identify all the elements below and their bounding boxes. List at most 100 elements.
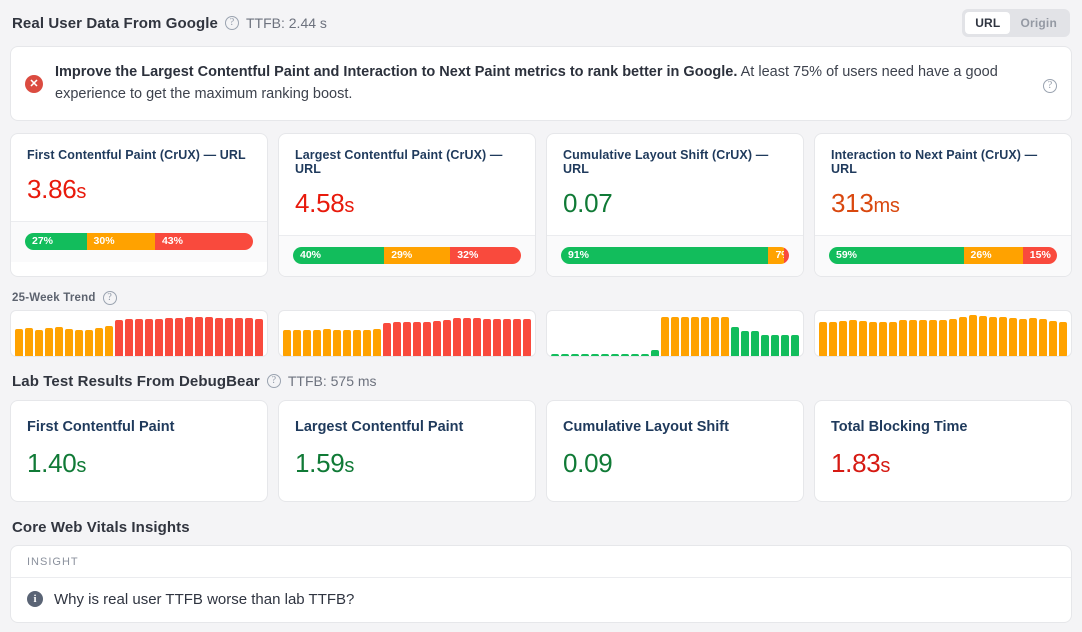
crux-card-fcp-unit: s (76, 180, 87, 203)
lab-card-fcp-unit: s (76, 454, 87, 477)
sparkline-bar (292, 329, 302, 356)
sparkline-bar (234, 318, 244, 356)
sparkline-fcp[interactable] (10, 309, 268, 357)
sparkline-bar (710, 317, 720, 356)
crux-card-inp[interactable]: Interaction to Next Paint (CrUX) — URL 3… (814, 132, 1072, 277)
sparkline-bar (730, 326, 740, 356)
sparkline-bar (472, 318, 482, 356)
crux-card-cls-distribution: 91% 7% (561, 246, 789, 264)
sparkline-bar (560, 353, 570, 356)
trend-header: 25-Week Trend ? (0, 290, 1082, 305)
sparkline-bar (224, 318, 234, 356)
sparkline-bar (908, 319, 918, 356)
sparkline-bar (64, 329, 74, 356)
dist-segment-poor: 32% (450, 246, 521, 264)
lab-card-tbt-unit: s (880, 454, 891, 477)
url-origin-toggle[interactable]: URL Origin (962, 9, 1070, 37)
sparkline-bar (174, 317, 184, 356)
dist-segment-needs-improvement: 26% (963, 246, 1023, 264)
crux-card-lcp-body: Largest Contentful Paint (CrUX) — URL 4.… (279, 134, 535, 235)
list-item[interactable]: i Why is real user TTFB worse than lab T… (11, 578, 1071, 622)
sparkline-bar (382, 322, 392, 356)
sparkline-bar (302, 330, 312, 356)
lab-metric-cards: First Contentful Paint 1.40s Largest Con… (0, 399, 1082, 502)
sparkline-bar (928, 319, 938, 356)
sparkline-bar (868, 321, 878, 356)
sparkline-bar (828, 321, 838, 356)
crux-card-lcp-value: 4.58s (295, 188, 519, 219)
lab-card-fcp-label: First Contentful Paint (27, 418, 175, 435)
lab-card-fcp-number: 1.40 (27, 447, 77, 478)
sparkline-bar (570, 353, 580, 356)
sparkline-lcp[interactable] (278, 309, 536, 357)
lab-card-tbt-label: Total Blocking Time (831, 418, 968, 435)
dist-segment-poor: 15% (1022, 246, 1057, 264)
sparkline-cls[interactable] (546, 309, 804, 357)
insight-link[interactable]: Why is real user TTFB worse than lab TTF… (54, 591, 354, 608)
toggle-option-url[interactable]: URL (965, 12, 1011, 34)
sparkline-bar (84, 329, 94, 356)
sparkline-bar (44, 328, 54, 356)
sparkline-bar (819, 321, 828, 356)
lab-card-lcp-label: Largest Contentful Paint (295, 418, 464, 435)
dist-segment-good: 40% (293, 246, 385, 264)
lab-card-lcp[interactable]: Largest Contentful Paint 1.59s (278, 399, 536, 502)
sparkline-bar (1048, 320, 1058, 356)
sparkline-bar (462, 317, 472, 356)
sparkline-bar (15, 328, 24, 356)
crux-card-inp-value: 313ms (831, 188, 1055, 219)
trend-sparkline-row (0, 309, 1082, 357)
lab-card-tbt-number: 1.83 (831, 447, 881, 478)
sparkline-bar (392, 321, 402, 356)
sparkline-bar (1008, 318, 1018, 356)
crux-card-cls-value: 0.07 (563, 188, 787, 219)
sparkline-bar (858, 320, 868, 356)
sparkline-bar (412, 321, 422, 356)
lab-card-cls[interactable]: Cumulative Layout Shift 0.09 (546, 399, 804, 502)
sparkline-bar (184, 317, 194, 356)
lab-card-fcp[interactable]: First Contentful Paint 1.40s (10, 399, 268, 502)
lab-card-lcp-value: 1.59s (295, 448, 519, 479)
sparkline-bar (492, 318, 502, 356)
sparkline-bar (164, 318, 174, 356)
crux-card-cls-number: 0.07 (563, 187, 613, 218)
lab-card-fcp-value: 1.40s (27, 448, 251, 479)
field-data-header: Real User Data From Google ? TTFB: 2.44 … (0, 0, 1082, 38)
sparkline-bar (968, 315, 978, 356)
sparkline-bar (283, 329, 292, 356)
sparkline-bar (590, 353, 600, 356)
crux-card-fcp-body: First Contentful Paint (CrUX) — URL 3.86… (11, 134, 267, 221)
help-circle-icon[interactable]: ? (225, 16, 239, 30)
sparkline-bar (780, 334, 790, 356)
sparkline-inp[interactable] (814, 309, 1072, 357)
sparkline-bar (342, 329, 352, 356)
sparkline-bar (154, 318, 164, 356)
sparkline-bar (432, 320, 442, 356)
sparkline-bar (750, 331, 760, 356)
help-circle-icon[interactable]: ? (102, 290, 117, 305)
sparkline-bar (898, 319, 908, 356)
help-circle-icon[interactable]: ? (266, 374, 281, 389)
crux-card-cls-label: Cumulative Layout Shift (CrUX) — URL (563, 147, 769, 176)
sparkline-bar (1018, 318, 1028, 356)
sparkline-bar (948, 318, 958, 356)
dist-segment-needs-improvement: 29% (384, 246, 451, 264)
error-circle-icon: ✕ (25, 75, 43, 93)
toggle-option-origin[interactable]: Origin (1010, 12, 1067, 34)
sparkline-bar (670, 317, 680, 356)
lab-card-cls-label: Cumulative Layout Shift (563, 418, 729, 435)
lab-card-lcp-unit: s (344, 454, 355, 477)
crux-card-inp-label: Interaction to Next Paint (CrUX) — URL (831, 147, 1038, 176)
sparkline-bar (372, 328, 382, 356)
crux-card-lcp[interactable]: Largest Contentful Paint (CrUX) — URL 4.… (278, 132, 536, 277)
dist-segment-needs-improvement: 30% (86, 232, 155, 250)
dist-segment-good: 27% (25, 232, 87, 250)
help-circle-icon[interactable]: ? (1043, 79, 1057, 93)
lab-card-tbt-value: 1.83s (831, 448, 1055, 479)
sparkline-bar (362, 329, 372, 356)
crux-card-cls[interactable]: Cumulative Layout Shift (CrUX) — URL 0.0… (546, 132, 804, 277)
sparkline-bar (452, 318, 462, 356)
lab-card-tbt[interactable]: Total Blocking Time 1.83s (814, 399, 1072, 502)
crux-card-fcp-number: 3.86 (27, 173, 77, 204)
crux-card-fcp[interactable]: First Contentful Paint (CrUX) — URL 3.86… (10, 132, 268, 277)
